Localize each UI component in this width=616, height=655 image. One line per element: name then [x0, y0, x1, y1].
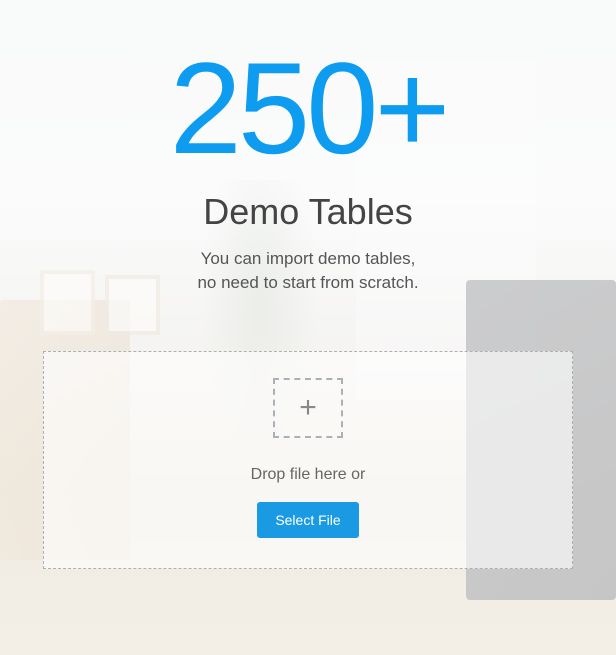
hero-subtitle-line1: You can import demo tables,: [201, 249, 416, 268]
dropzone-hint-text: Drop file here or: [251, 466, 366, 484]
plus-icon: +: [299, 393, 317, 423]
file-dropzone[interactable]: + Drop file here or Select File: [43, 351, 573, 569]
hero-title: Demo Tables: [203, 191, 412, 233]
hero-subtitle: You can import demo tables, no need to s…: [197, 247, 418, 295]
select-file-button[interactable]: Select File: [257, 502, 358, 538]
hero-content: 250+ Demo Tables You can import demo tab…: [0, 0, 616, 655]
hero-number: 250+: [170, 30, 447, 186]
hero-subtitle-line2: no need to start from scratch.: [197, 273, 418, 292]
add-file-icon: +: [273, 378, 343, 438]
